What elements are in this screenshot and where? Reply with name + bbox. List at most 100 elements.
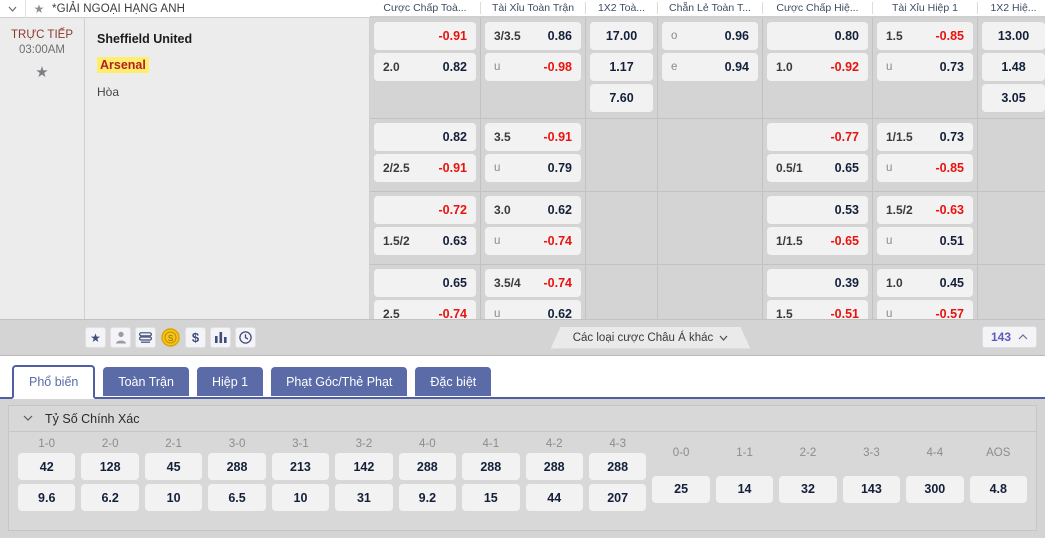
- correct-score-cell[interactable]: 9.6: [18, 484, 76, 511]
- player-icon[interactable]: [110, 327, 131, 348]
- correct-score-column: 3-3 143: [840, 436, 903, 515]
- match-block: TRỰC TIẾP 03:00AM ★ Sheffield United Ars…: [0, 0, 1045, 338]
- odds-cell[interactable]: -0.77: [767, 123, 868, 151]
- asia-more-bets-label: Các loại cược Châu Á khác: [572, 331, 714, 344]
- home-team-name[interactable]: Sheffield United: [97, 26, 369, 53]
- correct-score-cell[interactable]: 288: [398, 453, 457, 480]
- odds-group-x12-h1: [977, 119, 1045, 191]
- odds-value: 0.39: [834, 276, 859, 290]
- odds-cell[interactable]: u 0.73: [877, 53, 973, 81]
- odds-cell[interactable]: 3.0 0.62: [485, 196, 581, 224]
- odds-cell[interactable]: o 0.96: [662, 22, 758, 50]
- correct-score-cell[interactable]: 25: [652, 475, 710, 503]
- odds-cell[interactable]: 1.17: [590, 53, 653, 81]
- odds-cell[interactable]: 1.0 0.45: [877, 269, 973, 297]
- odds-cell[interactable]: u -0.85: [877, 154, 973, 182]
- correct-score-cell[interactable]: 45: [144, 453, 203, 480]
- correct-score-cell[interactable]: 288: [525, 453, 583, 480]
- odds-cell[interactable]: 13.00: [982, 22, 1045, 50]
- odds-cell[interactable]: u 0.51: [877, 227, 973, 255]
- odds-cell[interactable]: 3.5 -0.91: [485, 123, 581, 151]
- correct-score-cell[interactable]: 288: [208, 453, 266, 480]
- odds-cell[interactable]: 3.5/4 -0.74: [485, 269, 581, 297]
- correct-score-header[interactable]: Tỷ Số Chính Xác: [9, 406, 1036, 432]
- market-count-value: 143: [990, 330, 1011, 344]
- odds-cell[interactable]: 3/3.5 0.86: [485, 22, 581, 50]
- correct-score-cell[interactable]: 10: [144, 484, 203, 511]
- chevron-down-icon[interactable]: [0, 0, 26, 18]
- correct-score-cell[interactable]: 32: [779, 475, 837, 503]
- correct-score-cell[interactable]: 42: [18, 453, 76, 480]
- odds-cell[interactable]: 0.65: [374, 269, 476, 297]
- odds-value: 0.63: [442, 234, 467, 248]
- odds-cell[interactable]: 1.48: [982, 53, 1045, 81]
- odds-cell[interactable]: 1/1.5 -0.65: [767, 227, 868, 255]
- odds-cell[interactable]: 0.82: [374, 123, 476, 151]
- odds-cell[interactable]: 1.5 -0.85: [877, 22, 973, 50]
- asia-more-bets-button[interactable]: Các loại cược Châu Á khác: [551, 327, 751, 349]
- correct-score-cell[interactable]: 288: [588, 453, 647, 480]
- tab-1[interactable]: Toàn Trận: [103, 367, 189, 396]
- odds-cell[interactable]: 0.53: [767, 196, 868, 224]
- odds-cell[interactable]: -0.91: [374, 22, 476, 50]
- toolbar-icon-group: ★ S $: [85, 327, 256, 348]
- odds-cell[interactable]: e 0.94: [662, 53, 758, 81]
- correct-score-cell[interactable]: 31: [335, 484, 393, 511]
- correct-score-cell[interactable]: 142: [335, 453, 393, 480]
- odds-cell[interactable]: u -0.98: [485, 53, 581, 81]
- star-icon[interactable]: ★: [0, 63, 84, 81]
- star-icon[interactable]: ★: [85, 327, 106, 348]
- dollar-icon[interactable]: $: [185, 327, 206, 348]
- odds-cell[interactable]: 1.0 -0.92: [767, 53, 868, 81]
- correct-score-cell[interactable]: 10: [271, 484, 330, 511]
- odds-cell[interactable]: -0.72: [374, 196, 476, 224]
- tab-3[interactable]: Phạt Góc/Thẻ Phạt: [271, 367, 408, 396]
- tab-0[interactable]: Phổ biến: [12, 365, 96, 399]
- odds-cell[interactable]: 1.5/2 0.63: [374, 227, 476, 255]
- odds-cell[interactable]: 1/1.5 0.73: [877, 123, 973, 151]
- market-count-badge[interactable]: 143: [981, 326, 1037, 348]
- tab-2[interactable]: Hiệp 1: [196, 367, 264, 396]
- odds-value: -0.72: [438, 203, 468, 217]
- stack-icon[interactable]: [135, 327, 156, 348]
- correct-score-cell[interactable]: 44: [525, 484, 583, 511]
- odds-cell[interactable]: 0.5/1 0.65: [767, 154, 868, 182]
- odds-column-header: 1X2 Toà...: [585, 1, 657, 14]
- correct-score-cell[interactable]: 143: [842, 475, 901, 503]
- away-team-name[interactable]: Arsenal: [97, 57, 149, 73]
- star-icon[interactable]: ★: [26, 2, 52, 16]
- odds-group-handicap-ft: -0.72 1.5/2 0.63: [370, 192, 480, 264]
- tab-4[interactable]: Đặc biệt: [415, 367, 492, 396]
- correct-score-cell[interactable]: 128: [81, 453, 139, 480]
- correct-score-cell[interactable]: 14: [715, 475, 774, 503]
- correct-score-cell[interactable]: 6.2: [81, 484, 139, 511]
- odds-cell[interactable]: 3.05: [982, 84, 1045, 112]
- odds-cell[interactable]: 0.39: [767, 269, 868, 297]
- correct-score-cell[interactable]: 288: [462, 453, 520, 480]
- odds-cell[interactable]: 2.0 0.82: [374, 53, 476, 81]
- correct-score-cell[interactable]: 6.5: [208, 484, 266, 511]
- correct-score-cell[interactable]: 300: [906, 475, 964, 503]
- odds-cell[interactable]: 17.00: [590, 22, 653, 50]
- correct-score-cell[interactable]: 213: [271, 453, 330, 480]
- odds-handicap-label: 1.5: [886, 29, 903, 43]
- correct-score-cell[interactable]: 4.8: [969, 475, 1027, 503]
- correct-score-cell[interactable]: 9.2: [398, 484, 457, 511]
- odds-cell[interactable]: 1.5/2 -0.63: [877, 196, 973, 224]
- clock-icon[interactable]: [235, 327, 256, 348]
- correct-score-cell[interactable]: 207: [588, 484, 647, 511]
- coin-icon[interactable]: S: [160, 327, 181, 348]
- odds-cell[interactable]: 2/2.5 -0.91: [374, 154, 476, 182]
- odds-group-ou-h1: 1.5 -0.85 u 0.73: [872, 18, 977, 118]
- chevron-down-icon: [719, 335, 728, 341]
- odds-cell[interactable]: u 0.79: [485, 154, 581, 182]
- correct-score-label: 4-2: [545, 438, 563, 450]
- odds-cell[interactable]: u -0.74: [485, 227, 581, 255]
- odds-handicap-label: 1/1.5: [886, 130, 913, 144]
- odds-cell[interactable]: 7.60: [590, 84, 653, 112]
- live-status-label: TRỰC TIẾP: [10, 29, 73, 41]
- odds-cell[interactable]: 0.80: [767, 22, 868, 50]
- correct-score-cell[interactable]: 15: [462, 484, 520, 511]
- bar-chart-icon[interactable]: [210, 327, 231, 348]
- odds-group-x12-ft: [585, 119, 657, 191]
